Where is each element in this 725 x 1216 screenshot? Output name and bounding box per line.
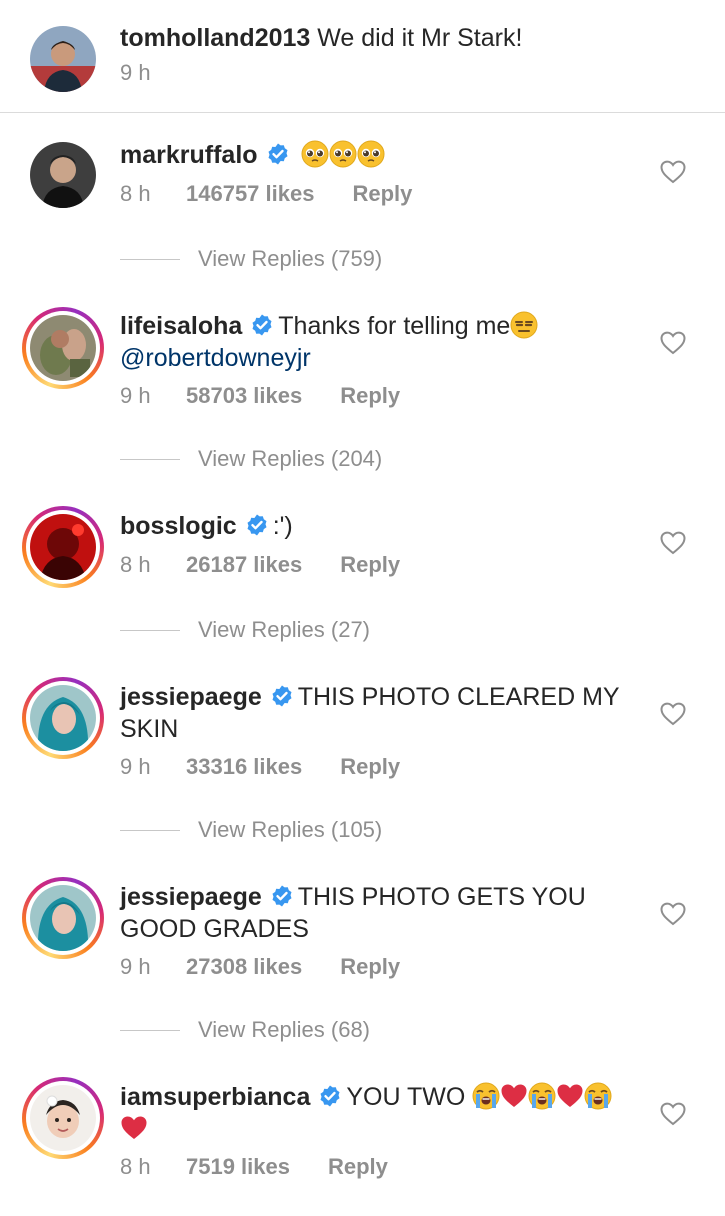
view-replies-link[interactable]: View Replies (27) bbox=[120, 615, 370, 645]
view-replies-label[interactable]: View Replies (68) bbox=[198, 1017, 370, 1043]
avatar-image bbox=[30, 885, 96, 951]
divider-line bbox=[120, 829, 180, 831]
avatar[interactable] bbox=[30, 142, 96, 208]
avatar-image bbox=[30, 514, 96, 580]
comment-text: YOU TWO bbox=[346, 1083, 466, 1111]
reply-button[interactable]: Reply bbox=[340, 381, 400, 411]
loudly-crying-face-icon bbox=[528, 1082, 556, 1110]
avatar-image bbox=[30, 26, 96, 92]
reply-button[interactable]: Reply bbox=[340, 752, 400, 782]
verified-badge-icon bbox=[266, 142, 290, 166]
reply-button[interactable]: Reply bbox=[340, 952, 400, 982]
view-replies-label[interactable]: View Replies (27) bbox=[198, 617, 370, 643]
avatar-image bbox=[30, 142, 96, 208]
verified-badge-icon bbox=[245, 513, 269, 537]
heart-outline-icon[interactable] bbox=[660, 1102, 686, 1126]
verified-badge-icon bbox=[270, 684, 294, 708]
avatar-image bbox=[30, 685, 96, 751]
likes-count[interactable]: 58703 likes bbox=[186, 381, 302, 411]
divider-line bbox=[120, 629, 180, 631]
pleading-face-icon bbox=[301, 140, 329, 168]
avatar[interactable] bbox=[22, 877, 104, 959]
view-replies-label[interactable]: View Replies (204) bbox=[198, 446, 382, 472]
heart-outline-icon[interactable] bbox=[660, 531, 686, 555]
comment-time: 9 h bbox=[120, 954, 151, 979]
comment-time: 8 h bbox=[120, 181, 151, 206]
comment-time: 9 h bbox=[120, 754, 151, 779]
heart-outline-icon[interactable] bbox=[660, 902, 686, 926]
divider-line bbox=[120, 458, 180, 460]
divider-line bbox=[120, 1029, 180, 1031]
likes-count[interactable]: 27308 likes bbox=[186, 952, 302, 982]
comment-time: 9 h bbox=[120, 383, 151, 408]
avatar[interactable] bbox=[22, 506, 104, 588]
reply-button[interactable]: Reply bbox=[352, 179, 412, 209]
caption-text: We did it Mr Stark! bbox=[317, 24, 523, 52]
likes-count[interactable]: 26187 likes bbox=[186, 550, 302, 580]
comment-username[interactable]: bosslogic bbox=[120, 512, 237, 540]
view-replies-link[interactable]: View Replies (105) bbox=[120, 815, 382, 845]
comment-text: :') bbox=[272, 512, 293, 540]
comment-text: Thanks for telling me bbox=[278, 312, 511, 340]
loudly-crying-face-icon bbox=[584, 1082, 612, 1110]
red-heart-icon bbox=[500, 1082, 528, 1110]
red-heart-icon bbox=[556, 1082, 584, 1110]
heart-outline-icon[interactable] bbox=[660, 702, 686, 726]
view-replies-label[interactable]: View Replies (759) bbox=[198, 246, 382, 272]
verified-badge-icon bbox=[318, 1084, 342, 1108]
comment-username[interactable]: jessiepaege bbox=[120, 683, 262, 711]
divider-line bbox=[120, 258, 180, 260]
verified-badge-icon bbox=[270, 884, 294, 908]
heart-outline-icon[interactable] bbox=[660, 160, 686, 184]
avatar-image bbox=[30, 315, 96, 381]
heart-outline-icon[interactable] bbox=[660, 331, 686, 355]
view-replies-link[interactable]: View Replies (204) bbox=[120, 444, 382, 474]
post-caption: tomholland2013 We did it Mr Stark! 9 h bbox=[0, 0, 725, 113]
loudly-crying-face-icon bbox=[472, 1082, 500, 1110]
reply-button[interactable]: Reply bbox=[340, 550, 400, 580]
pleading-face-icon bbox=[329, 140, 357, 168]
comment-username[interactable]: jessiepaege bbox=[120, 883, 262, 911]
expressionless-face-icon bbox=[510, 311, 538, 339]
view-replies-label[interactable]: View Replies (105) bbox=[198, 817, 382, 843]
likes-count[interactable]: 7519 likes bbox=[186, 1152, 290, 1182]
mention-link[interactable]: @robertdowneyjr bbox=[120, 344, 311, 372]
view-replies-link[interactable]: View Replies (759) bbox=[120, 244, 382, 274]
comment-username[interactable]: iamsuperbianca bbox=[120, 1083, 310, 1111]
avatar-image bbox=[30, 1085, 96, 1151]
red-heart-icon bbox=[120, 1114, 148, 1142]
view-replies-link[interactable]: View Replies (68) bbox=[120, 1015, 370, 1045]
comment-time: 8 h bbox=[120, 1154, 151, 1179]
avatar[interactable] bbox=[22, 307, 104, 389]
avatar[interactable] bbox=[30, 26, 96, 92]
verified-badge-icon bbox=[250, 313, 274, 337]
reply-button[interactable]: Reply bbox=[328, 1152, 388, 1182]
avatar[interactable] bbox=[22, 1077, 104, 1159]
comment-time: 8 h bbox=[120, 552, 151, 577]
comment-username[interactable]: lifeisaloha bbox=[120, 312, 242, 340]
caption-username[interactable]: tomholland2013 bbox=[120, 24, 310, 52]
avatar[interactable] bbox=[22, 677, 104, 759]
likes-count[interactable]: 146757 likes bbox=[186, 179, 314, 209]
likes-count[interactable]: 33316 likes bbox=[186, 752, 302, 782]
pleading-face-icon bbox=[357, 140, 385, 168]
comment-username[interactable]: markruffalo bbox=[120, 141, 258, 169]
caption-time: 9 h bbox=[120, 60, 151, 85]
